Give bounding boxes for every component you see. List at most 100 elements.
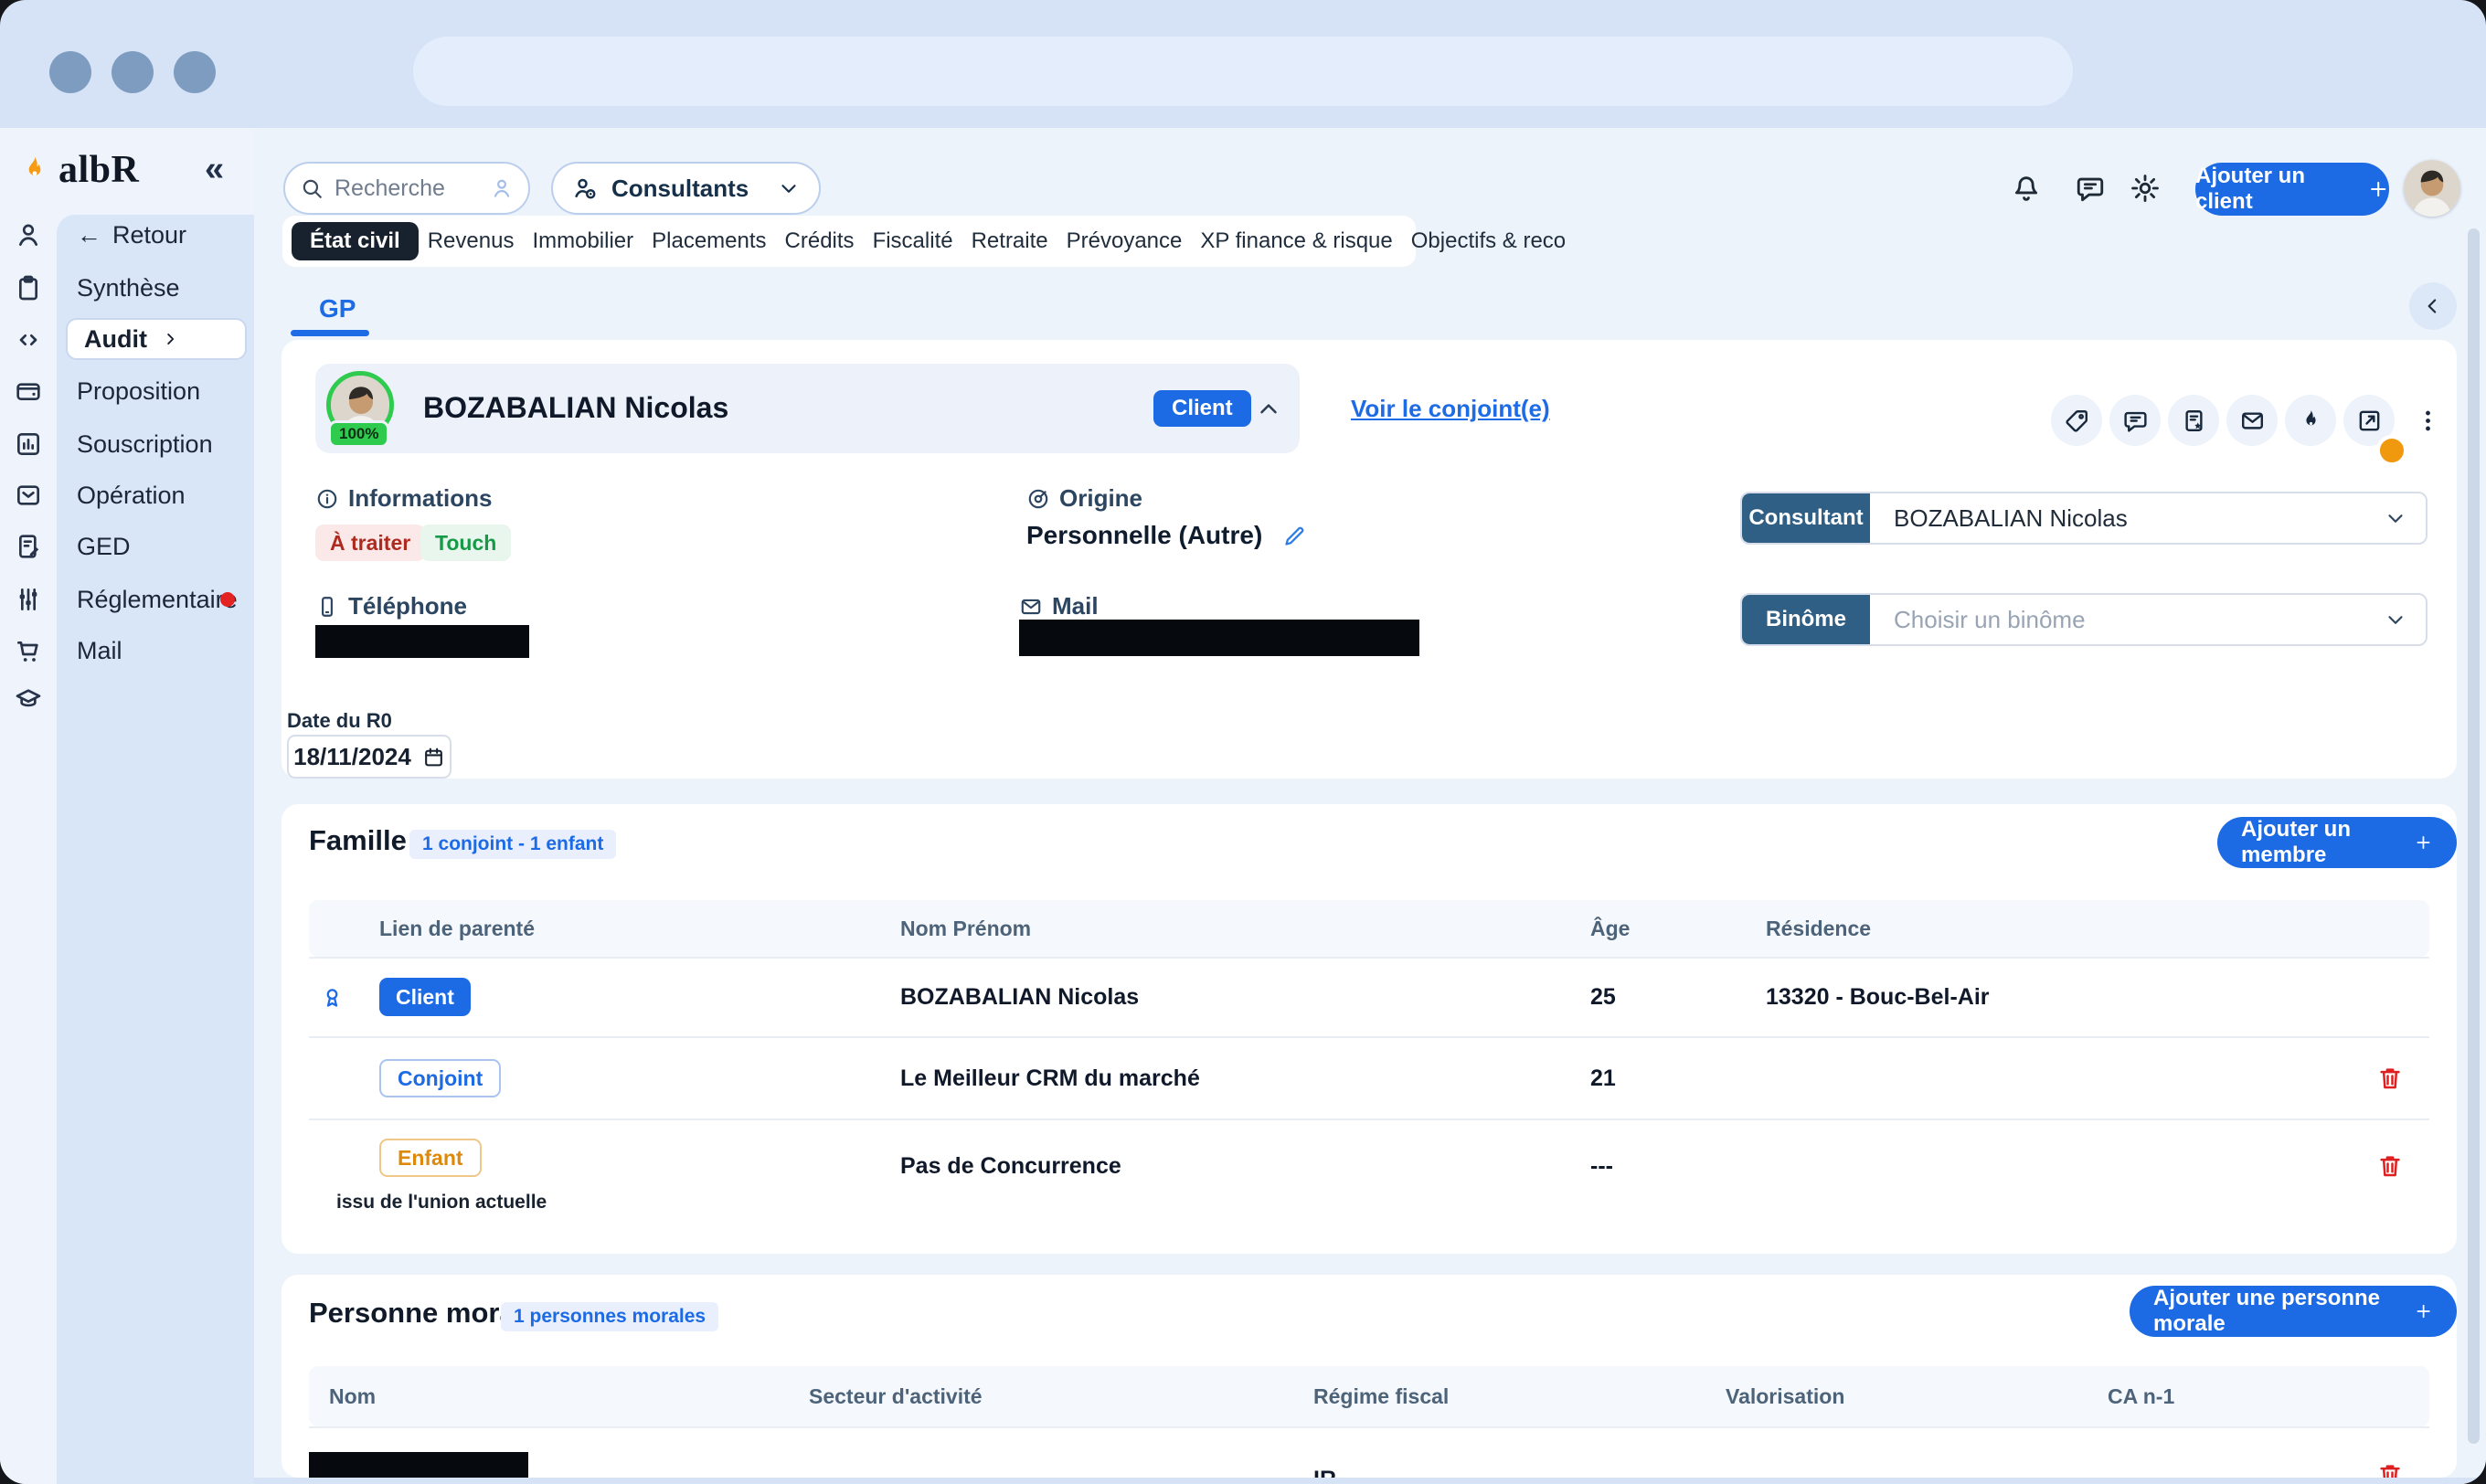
cart-icon[interactable] [14,636,43,665]
sidebar-item-reglementaire[interactable]: Réglementaire [77,579,238,620]
plus-icon [2414,1299,2433,1323]
binome-select-placeholder: Choisir un binôme [1870,606,2384,634]
search-input[interactable] [333,175,481,203]
tab-retraite[interactable]: Retraite [962,228,1057,254]
chevron-down-icon [2384,506,2407,530]
panel-collapse-button[interactable] [2409,282,2457,330]
search-box [283,162,530,215]
scope-selector[interactable]: Consultants [551,162,821,215]
sidebar-item-souscription[interactable]: Souscription [77,424,213,464]
sliders-icon[interactable] [14,585,43,614]
origine-section-label: Origine [1026,484,1142,513]
chevron-down-icon [2384,608,2407,631]
clipboard-icon[interactable] [14,273,43,302]
consultant-select-value: BOZABALIAN Nicolas [1870,504,2384,533]
flame-icon[interactable] [2285,395,2336,446]
famille-row-conjoint[interactable]: Conjoint Le Meilleur CRM du marché 21 [309,1036,2429,1118]
relation-badge-conjoint: Conjoint [379,1059,501,1097]
date-r0-input[interactable]: 18/11/2024 [287,735,452,779]
messages-icon[interactable] [2075,173,2106,204]
famille-row-client[interactable]: Client BOZABALIAN Nicolas 25 13320 - Bou… [309,957,2429,1036]
graduation-cap-icon[interactable] [14,684,43,714]
add-member-button[interactable]: Ajouter un membre [2217,817,2457,868]
code-icon[interactable] [14,325,43,355]
member-age: 25 [1590,959,1616,1036]
document-pen-icon[interactable] [14,532,43,561]
sidebar-item-audit[interactable]: Audit [66,318,247,360]
scrollbar-thumb[interactable] [2468,228,2480,1444]
sidebar-item-mail[interactable]: Mail [77,631,122,671]
binome-select[interactable]: Binôme Choisir un binôme [1740,593,2428,646]
tab-credits[interactable]: Crédits [776,228,864,254]
famille-table: Lien de parenté Nom Prénom Âge Résidence… [309,900,2429,1223]
search-icon [300,176,324,200]
inbox-icon[interactable] [14,481,43,510]
settings-gear-icon[interactable] [2130,173,2161,204]
tab-objectifs[interactable]: Objectifs & reco [1402,228,1575,254]
relation-badge-client: Client [379,978,471,1016]
famille-title: Famille [309,824,407,857]
col-secteur: Secteur d'activité [809,1366,983,1426]
tab-placements[interactable]: Placements [643,228,775,254]
view-conjoint-link[interactable]: Voir le conjoint(e) [1351,395,1550,423]
window-maximize-button[interactable] [174,51,216,93]
user-avatar[interactable] [2404,160,2460,217]
delete-member-trash-icon[interactable] [2376,1152,2404,1180]
pm-regime: IR [1313,1452,1336,1478]
pm-ca: --- [2108,1452,2130,1478]
tag-icon[interactable] [2051,395,2102,446]
browser-address-bar[interactable] [413,37,2073,106]
document-star-icon[interactable] [2168,395,2219,446]
famille-count-badge: 1 conjoint - 1 enfant [409,830,616,859]
info-icon [315,487,339,511]
delete-member-trash-icon[interactable] [2376,1065,2404,1092]
pm-secteur: --- [809,1452,832,1478]
consultant-select[interactable]: Consultant BOZABALIAN Nicolas [1740,492,2428,545]
personne-morale-table-header: Nom Secteur d'activité Régime fiscal Val… [309,1366,2429,1426]
tab-etat-civil[interactable]: État civil [292,222,419,260]
window-minimize-button[interactable] [112,51,154,93]
add-personne-morale-button[interactable]: Ajouter une personne morale [2130,1286,2457,1337]
comment-icon[interactable] [2109,395,2161,446]
member-name: Pas de Concurrence [900,1120,1121,1212]
sidebar-item-ged[interactable]: GED [77,526,131,567]
chevron-up-icon[interactable] [1255,396,1282,423]
notifications-bell-icon[interactable] [2011,173,2042,204]
tab-xp-finance[interactable]: XP finance & risque [1191,228,1401,254]
famille-row-enfant[interactable]: Enfant issu de l'union actuelle Pas de C… [309,1118,2429,1223]
sidebar-item-synthese[interactable]: Synthèse [77,268,180,308]
client-header-card: 100% BOZABALIAN Nicolas Client [315,364,1300,453]
personne-morale-section: Personne morale 1 personnes morales Ajou… [282,1275,2457,1478]
window-close-button[interactable] [49,51,91,93]
tab-immobilier[interactable]: Immobilier [523,228,643,254]
mail-icon[interactable] [2226,395,2278,446]
kebab-menu-icon[interactable] [2402,395,2453,446]
sidebar-item-operation[interactable]: Opération [77,475,186,515]
tab-revenus[interactable]: Revenus [419,228,524,254]
sidebar-collapse-button[interactable]: « [205,150,224,189]
person-icon[interactable] [14,220,43,249]
sidebar-item-proposition[interactable]: Proposition [77,371,200,411]
origine-value: Personnelle (Autre) [1026,521,1262,550]
edit-pencil-icon[interactable] [1282,524,1307,548]
telephone-section-label: Téléphone [315,592,467,620]
origine-value-row: Personnelle (Autre) [1026,521,1307,550]
flame-logo-icon [18,154,51,186]
personne-morale-row[interactable]: --- IR --- --- [309,1426,2429,1478]
sidebar: albR « [0,128,254,1484]
delete-personne-morale-trash-icon[interactable] [2376,1461,2404,1478]
famille-table-header: Lien de parenté Nom Prénom Âge Résidence [309,900,2429,957]
add-client-button[interactable]: Ajouter un client [2195,163,2389,216]
wallet-icon[interactable] [14,376,43,406]
sidebar-back-button[interactable]: ← Retour [77,215,186,255]
tab-prevoyance[interactable]: Prévoyance [1057,228,1192,254]
sidebar-item-audit-label: Audit [84,325,147,354]
col-regime-fiscal: Régime fiscal [1313,1366,1449,1426]
bar-chart-icon[interactable] [14,429,43,459]
member-name: Le Meilleur CRM du marché [900,1038,1200,1118]
famille-section: Famille 1 conjoint - 1 enfant Ajouter un… [282,804,2457,1254]
tab-fiscalite[interactable]: Fiscalité [864,228,962,254]
status-badge-touch: Touch [420,525,511,561]
col-ca-n1: CA n-1 [2108,1366,2174,1426]
subtab-gp[interactable]: GP [319,294,356,323]
